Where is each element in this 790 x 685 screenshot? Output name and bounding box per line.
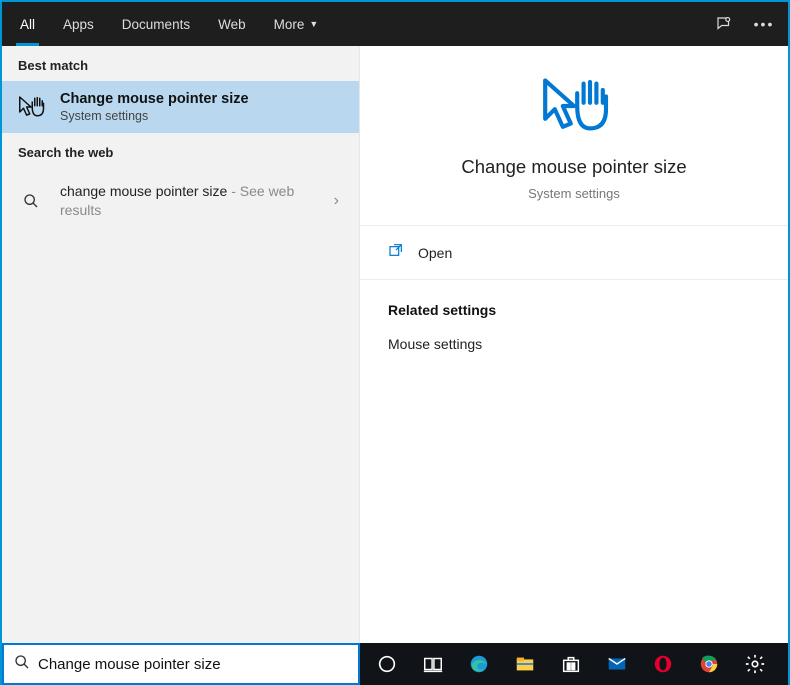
best-match-title: Change mouse pointer size — [60, 91, 249, 107]
file-explorer-icon[interactable] — [504, 643, 546, 685]
feedback-icon[interactable] — [704, 2, 744, 46]
tab-more[interactable]: More ▼ — [260, 2, 333, 46]
tab-documents-label: Documents — [122, 17, 190, 32]
edge-icon[interactable] — [458, 643, 500, 685]
best-match-header: Best match — [2, 46, 359, 81]
preview-subtitle: System settings — [380, 186, 768, 201]
open-action[interactable]: Open — [360, 226, 788, 280]
best-match-item[interactable]: Change mouse pointer size System setting… — [2, 81, 359, 133]
preview-mouse-pointer-icon — [380, 74, 768, 138]
open-label: Open — [418, 245, 452, 261]
cortana-icon[interactable] — [366, 643, 408, 685]
task-view-icon[interactable] — [412, 643, 454, 685]
tab-all-label: All — [20, 17, 35, 32]
tab-more-label: More — [274, 17, 305, 32]
search-icon — [14, 654, 30, 675]
tab-apps[interactable]: Apps — [49, 2, 108, 46]
best-match-subtitle: System settings — [60, 109, 249, 123]
web-result-item[interactable]: change mouse pointer size - See web resu… — [2, 168, 359, 234]
tab-all[interactable]: All — [6, 2, 49, 46]
tab-web-label: Web — [218, 17, 246, 32]
search-tabs: All Apps Documents Web More ▼ ••• — [2, 2, 788, 46]
tab-documents[interactable]: Documents — [108, 2, 204, 46]
caret-down-icon: ▼ — [309, 19, 318, 29]
search-box[interactable] — [2, 643, 360, 685]
results-panel: Best match Change mouse pointer size Sys… — [2, 46, 360, 643]
preview-title: Change mouse pointer size — [380, 156, 768, 178]
related-item-mouse-settings[interactable]: Mouse settings — [388, 334, 760, 354]
preview-panel: Change mouse pointer size System setting… — [360, 46, 788, 643]
mouse-pointer-icon — [16, 92, 46, 122]
chevron-right-icon[interactable]: › — [334, 192, 345, 210]
chrome-icon[interactable] — [688, 643, 730, 685]
more-options-icon[interactable]: ••• — [744, 2, 784, 46]
open-icon — [388, 242, 404, 263]
opera-icon[interactable] — [642, 643, 684, 685]
settings-gear-icon[interactable] — [734, 643, 776, 685]
microsoft-store-icon[interactable] — [550, 643, 592, 685]
related-settings-header: Related settings — [388, 302, 760, 318]
tab-apps-label: Apps — [63, 17, 94, 32]
web-result-text: change mouse pointer size - See web resu… — [60, 182, 320, 220]
search-icon — [16, 193, 46, 209]
mail-icon[interactable] — [596, 643, 638, 685]
web-result-query: change mouse pointer size — [60, 183, 227, 199]
search-web-header: Search the web — [2, 133, 359, 168]
search-input[interactable] — [38, 656, 348, 673]
taskbar — [360, 643, 788, 685]
tab-web[interactable]: Web — [204, 2, 260, 46]
